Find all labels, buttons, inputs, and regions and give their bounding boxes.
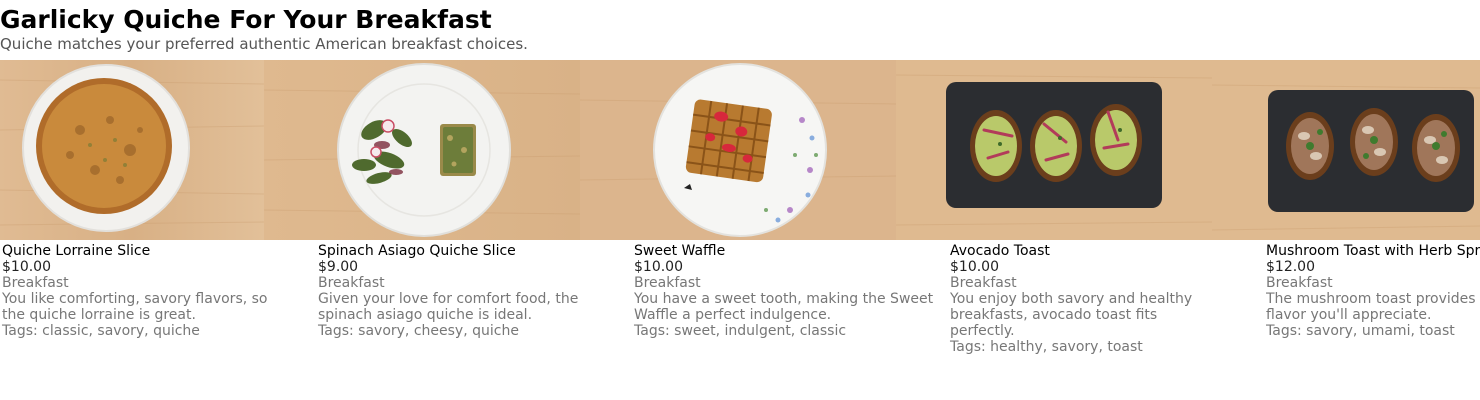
item-description: You enjoy both savory and healthy breakf… <box>950 291 1193 339</box>
item-tags: Tags: savory, cheesy, quiche <box>318 323 588 339</box>
mushroom-toast-image[interactable] <box>1212 60 1480 240</box>
item-category: Breakfast <box>634 275 701 291</box>
item-price: $10.00 <box>634 259 683 275</box>
item-category: Breakfast <box>318 275 385 291</box>
tags-label: Tags: <box>2 323 38 339</box>
quiche-lorraine-image[interactable] <box>0 60 264 240</box>
menu-item-card[interactable]: Sweet Waffle $10.00 Breakfast You have a… <box>634 243 934 339</box>
menu-item-card[interactable]: Spinach Asiago Quiche Slice $9.00 Breakf… <box>318 243 588 339</box>
tags-label: Tags: <box>634 323 670 339</box>
item-category: Breakfast <box>1266 275 1333 291</box>
item-description: You like comforting, savory flavors, so … <box>2 291 268 323</box>
tags-value: sweet, indulgent, classic <box>674 323 847 339</box>
menu-item-card[interactable]: Mushroom Toast with Herb Spr $12.00 Brea… <box>1266 243 1480 339</box>
tags-value: classic, savory, quiche <box>42 323 200 339</box>
item-tags: Tags: sweet, indulgent, classic <box>634 323 934 339</box>
item-name: Spinach Asiago Quiche Slice <box>318 243 516 259</box>
tags-value: savory, cheesy, quiche <box>358 323 519 339</box>
item-price: $9.00 <box>318 259 359 275</box>
tags-label: Tags: <box>1266 323 1302 339</box>
page-title: Garlicky Quiche For Your Breakfast <box>0 5 492 34</box>
item-price: $10.00 <box>950 259 999 275</box>
menu-item-card[interactable]: Avocado Toast $10.00 Breakfast You enjoy… <box>950 243 1210 355</box>
item-name: Quiche Lorraine Slice <box>2 243 151 259</box>
item-tags: Tags: classic, savory, quiche <box>2 323 272 339</box>
spinach-quiche-image[interactable] <box>264 60 580 240</box>
page-header: Garlicky Quiche For Your Breakfast Quich… <box>0 4 1480 53</box>
item-tags: Tags: savory, umami, toast <box>1266 323 1480 339</box>
sweet-waffle-image[interactable] <box>580 60 896 240</box>
item-name: Mushroom Toast with Herb Spr <box>1266 243 1480 259</box>
item-category: Breakfast <box>2 275 69 291</box>
item-description: Given your love for comfort food, the sp… <box>318 291 579 323</box>
tags-label: Tags: <box>318 323 354 339</box>
tags-value: savory, umami, toast <box>1306 323 1455 339</box>
item-name: Avocado Toast <box>950 243 1050 259</box>
item-category: Breakfast <box>950 275 1017 291</box>
tags-label: Tags: <box>950 339 986 355</box>
image-strip <box>0 60 1480 240</box>
avocado-toast-image[interactable] <box>896 60 1212 240</box>
item-price: $10.00 <box>2 259 51 275</box>
item-price: $12.00 <box>1266 259 1315 275</box>
tags-value: healthy, savory, toast <box>990 339 1143 355</box>
item-name: Sweet Waffle <box>634 243 726 259</box>
page-subtitle: Quiche matches your preferred authentic … <box>0 35 528 53</box>
menu-item-card[interactable]: Quiche Lorraine Slice $10.00 Breakfast Y… <box>2 243 272 339</box>
item-description: The mushroom toast provides earthy flavo… <box>1266 291 1480 323</box>
item-tags: Tags: healthy, savory, toast <box>950 339 1210 355</box>
item-description: You have a sweet tooth, making the Sweet… <box>634 291 934 323</box>
